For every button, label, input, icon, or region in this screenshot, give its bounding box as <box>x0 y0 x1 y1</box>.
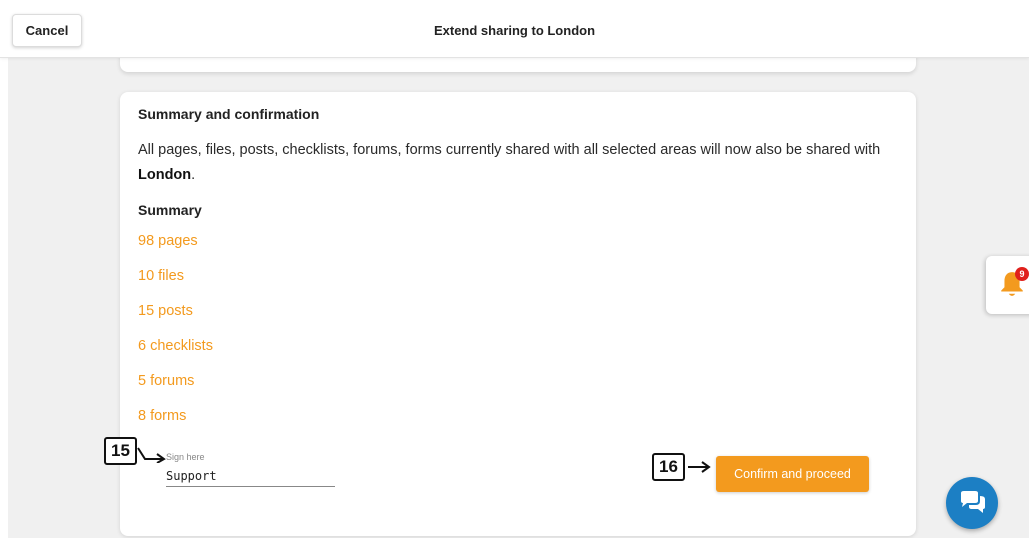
summary-card-heading: Summary and confirmation <box>138 106 320 122</box>
step-16-arrow-icon <box>688 461 711 473</box>
summary-item-files[interactable]: 10 files <box>138 268 213 303</box>
summary-item-forms[interactable]: 8 forms <box>138 408 213 443</box>
top-bar: Cancel Extend sharing to London <box>0 0 1029 58</box>
page-title: Extend sharing to London <box>433 23 596 38</box>
signature-input[interactable] <box>166 465 335 487</box>
summary-list-heading: Summary <box>138 202 202 218</box>
signature-label: Sign here <box>166 452 205 462</box>
chat-bubbles-icon <box>961 491 985 513</box>
summary-item-posts[interactable]: 15 posts <box>138 303 213 338</box>
summary-list: 98 pages 10 files 15 posts 6 checklists … <box>138 233 213 443</box>
summary-item-checklists[interactable]: 6 checklists <box>138 338 213 373</box>
chat-button[interactable] <box>946 477 998 529</box>
left-edge <box>0 58 8 538</box>
step-15-arrow-icon <box>137 447 166 463</box>
summary-description: All pages, files, posts, checklists, for… <box>138 138 898 188</box>
summary-item-forums[interactable]: 5 forums <box>138 373 213 408</box>
notification-count-badge: 9 <box>1015 267 1029 281</box>
confirm-and-proceed-button[interactable]: Confirm and proceed <box>716 456 869 492</box>
notifications-button[interactable]: 9 <box>986 256 1029 314</box>
target-area-name: London <box>138 167 192 183</box>
summary-item-pages[interactable]: 98 pages <box>138 233 213 268</box>
summary-card: Summary and confirmation All pages, file… <box>120 92 916 536</box>
description-text: All pages, files, posts, checklists, for… <box>138 142 881 158</box>
step-15-badge: 15 <box>104 437 137 465</box>
step-16-badge: 16 <box>652 453 685 481</box>
description-end: . <box>191 167 196 183</box>
